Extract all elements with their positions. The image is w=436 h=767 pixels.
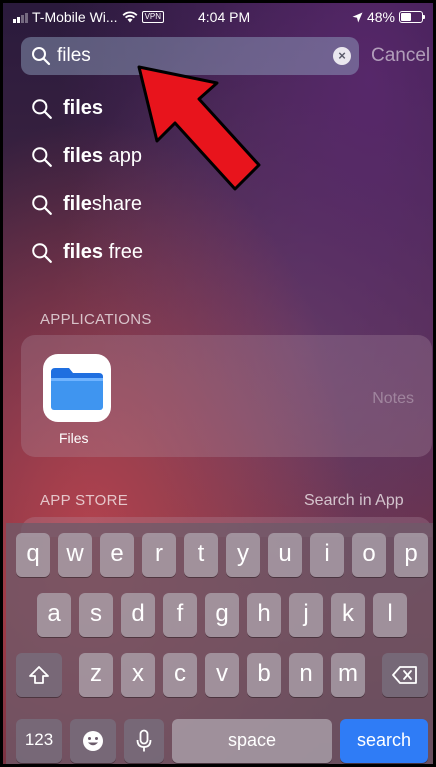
key-x[interactable]: x — [121, 653, 155, 697]
magnifier-icon — [32, 146, 52, 167]
emoji-icon — [83, 731, 103, 751]
key-j[interactable]: j — [289, 593, 323, 637]
magnifier-icon — [32, 98, 52, 119]
key-l[interactable]: l — [373, 593, 407, 637]
magnifier-icon — [32, 194, 52, 215]
microphone-key[interactable] — [124, 719, 164, 763]
key-w[interactable]: w — [58, 533, 92, 577]
key-u[interactable]: u — [268, 533, 302, 577]
applications-card: Files Notes — [21, 335, 432, 457]
files-app-label[interactable]: Files — [59, 430, 89, 446]
wifi-icon — [122, 11, 138, 23]
suggestion-typed: file — [63, 193, 92, 215]
key-n[interactable]: n — [289, 653, 323, 697]
suggestion-item[interactable]: files free — [31, 241, 143, 264]
key-e[interactable]: e — [100, 533, 134, 577]
key-o[interactable]: o — [352, 533, 386, 577]
key-c[interactable]: c — [163, 653, 197, 697]
key-s[interactable]: s — [79, 593, 113, 637]
suggestion-typed: files — [63, 97, 104, 119]
magnifier-icon — [32, 47, 51, 66]
applications-header: APPLICATIONS — [40, 311, 152, 328]
clock: 4:04 PM — [198, 9, 251, 25]
suggestion-typed: files — [63, 241, 104, 263]
key-r[interactable]: r — [142, 533, 176, 577]
key-g[interactable]: g — [205, 593, 239, 637]
key-m[interactable]: m — [331, 653, 365, 697]
carrier-label: T-Mobile Wi... — [32, 9, 118, 25]
key-t[interactable]: t — [184, 533, 218, 577]
key-k[interactable]: k — [331, 593, 365, 637]
key-i[interactable]: i — [310, 533, 344, 577]
key-q[interactable]: q — [16, 533, 50, 577]
search-input[interactable]: files — [57, 45, 91, 67]
signal-icon — [13, 12, 28, 23]
key-a[interactable]: a — [37, 593, 71, 637]
search-key[interactable]: search — [340, 719, 428, 763]
keyboard: q w e r t y u i o p a s d f g h j k l z … — [6, 523, 433, 764]
backspace-key[interactable] — [382, 653, 428, 697]
key-z[interactable]: z — [79, 653, 113, 697]
files-app-icon[interactable] — [43, 354, 111, 422]
suggestion-typed: files — [63, 145, 104, 167]
shift-key[interactable] — [16, 653, 62, 697]
cancel-button[interactable]: Cancel — [371, 45, 430, 67]
key-f[interactable]: f — [163, 593, 197, 637]
status-bar: T-Mobile Wi... VPN 4:04 PM 48% — [13, 9, 425, 29]
screen: T-Mobile Wi... VPN 4:04 PM 48% files × C… — [0, 0, 436, 767]
magnifier-icon — [32, 242, 52, 263]
vpn-badge: VPN — [141, 11, 165, 23]
location-icon — [352, 12, 363, 22]
key-v[interactable]: v — [205, 653, 239, 697]
key-y[interactable]: y — [226, 533, 260, 577]
suggestion-item[interactable]: files — [31, 97, 103, 120]
key-b[interactable]: b — [247, 653, 281, 697]
backspace-icon — [392, 666, 417, 684]
numbers-key[interactable]: 123 — [16, 719, 62, 763]
shift-icon — [29, 666, 49, 684]
folder-icon — [51, 368, 103, 410]
app-note-label: Notes — [372, 390, 414, 407]
clear-icon[interactable]: × — [333, 47, 351, 65]
search-in-app-link[interactable]: Search in App — [304, 492, 404, 510]
suggestion-rest: free — [103, 241, 144, 263]
key-h[interactable]: h — [247, 593, 281, 637]
battery-icon — [399, 11, 425, 23]
key-d[interactable]: d — [121, 593, 155, 637]
arrow-annotation — [137, 65, 261, 191]
key-p[interactable]: p — [394, 533, 428, 577]
battery-percent: 48% — [366, 9, 395, 25]
app-store-header: APP STORE — [40, 492, 129, 509]
microphone-icon — [136, 729, 152, 752]
emoji-key[interactable] — [70, 719, 116, 763]
space-key[interactable]: space — [172, 719, 332, 763]
